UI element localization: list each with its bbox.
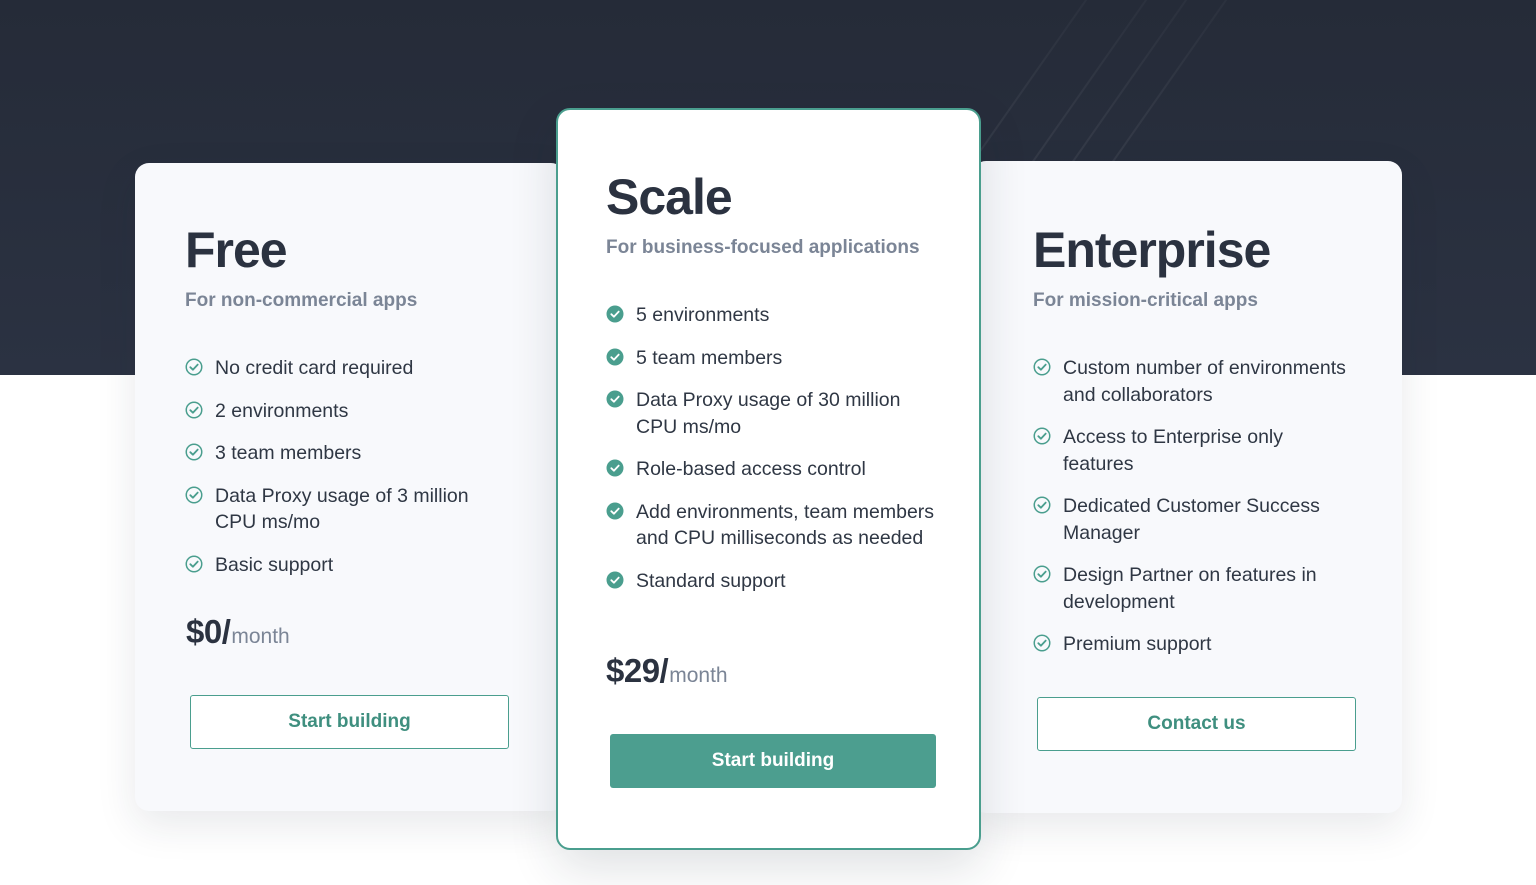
feature-item: 3 team members (185, 440, 515, 467)
feature-text: Premium support (1063, 633, 1212, 655)
plan-name: Free (185, 222, 288, 278)
feature-item: Basic support (185, 552, 515, 579)
filled-check-icon (606, 459, 624, 477)
outline-check-icon (1033, 358, 1051, 376)
feature-text: Data Proxy usage of 3 million CPU ms/mo (215, 484, 469, 534)
filled-check-icon (606, 571, 624, 588)
feature-item: No credit card required (185, 355, 515, 382)
plan-name: Scale (606, 169, 733, 225)
plan-card-enterprise: Enterprise For mission-critical apps Cus… (972, 161, 1402, 813)
feature-text: 2 environments (215, 399, 349, 422)
feature-item: Premium support (1033, 631, 1352, 658)
price-amount: $0/ (186, 613, 231, 650)
start-building-button[interactable]: Start building (610, 734, 936, 788)
feature-item: 5 team members (606, 345, 935, 372)
feature-text: Custom number of environments and collab… (1063, 357, 1346, 406)
outline-check-icon (185, 443, 203, 461)
outline-check-icon (1033, 565, 1051, 583)
plan-subtitle: For mission-critical apps (1033, 290, 1258, 311)
feature-text: Standard support (636, 569, 786, 592)
feature-item: Data Proxy usage of 30 million CPU ms/mo (606, 387, 935, 440)
outline-check-icon (1033, 634, 1051, 652)
feature-text: Design Partner on features in developmen… (1063, 564, 1317, 613)
feature-item: Standard support (606, 568, 935, 595)
feature-item: Custom number of environments and collab… (1033, 355, 1352, 408)
feature-item: 2 environments (185, 398, 515, 425)
price: $0/month (186, 613, 290, 651)
feature-item: Add environments, team members and CPU m… (606, 499, 935, 552)
plan-card-scale: Scale For business-focused applications … (556, 108, 981, 850)
feature-item: Design Partner on features in developmen… (1033, 562, 1352, 615)
feature-item: Dedicated Customer Success Manager (1033, 493, 1352, 546)
feature-text: Dedicated Customer Success Manager (1063, 495, 1320, 544)
filled-check-icon (606, 305, 624, 323)
outline-check-icon (1033, 427, 1051, 445)
contact-us-button[interactable]: Contact us (1037, 697, 1356, 751)
feature-list: No credit card required 2 environments 3 t… (185, 355, 515, 578)
price: $29/month (606, 652, 728, 690)
filled-check-icon (606, 502, 624, 519)
feature-text: 5 environments (636, 304, 770, 326)
feature-item: Data Proxy usage of 3 million CPU ms/mo (185, 483, 515, 536)
feature-text: 5 team members (636, 346, 783, 369)
plan-name: Enterprise (1033, 222, 1271, 278)
feature-text: Access to Enterprise only features (1063, 426, 1284, 475)
price-period: month (669, 664, 728, 687)
plan-card-free: Free For non-commercial apps No credit c… (135, 163, 565, 811)
feature-text: No credit card required (215, 357, 414, 379)
feature-list: Custom number of environments and collab… (1033, 355, 1352, 658)
feature-text: Add environments, team members and CPU m… (636, 500, 935, 550)
feature-text: Data Proxy usage of 30 million CPU ms/mo (636, 389, 901, 438)
outline-check-icon (185, 555, 203, 572)
feature-item: 5 environments (606, 302, 935, 329)
filled-check-icon (606, 348, 624, 365)
filled-check-icon (606, 390, 624, 408)
plan-subtitle: For business-focused applications (606, 237, 920, 258)
outline-check-icon (185, 486, 203, 503)
feature-text: Role-based access control (636, 458, 866, 480)
price-amount: $29/ (606, 652, 669, 689)
feature-item: Role-based access control (606, 456, 935, 483)
outline-check-icon (185, 401, 203, 418)
feature-list: 5 environments 5 team members Data Proxy u… (606, 302, 935, 594)
start-building-button[interactable]: Start building (190, 695, 509, 749)
outline-check-icon (1033, 496, 1051, 514)
outline-check-icon (185, 358, 203, 376)
price-period: month (231, 625, 290, 648)
feature-item: Access to Enterprise only features (1033, 424, 1352, 477)
feature-text: Basic support (215, 553, 334, 576)
plan-subtitle: For non-commercial apps (185, 290, 418, 311)
feature-text: 3 team members (215, 442, 362, 464)
